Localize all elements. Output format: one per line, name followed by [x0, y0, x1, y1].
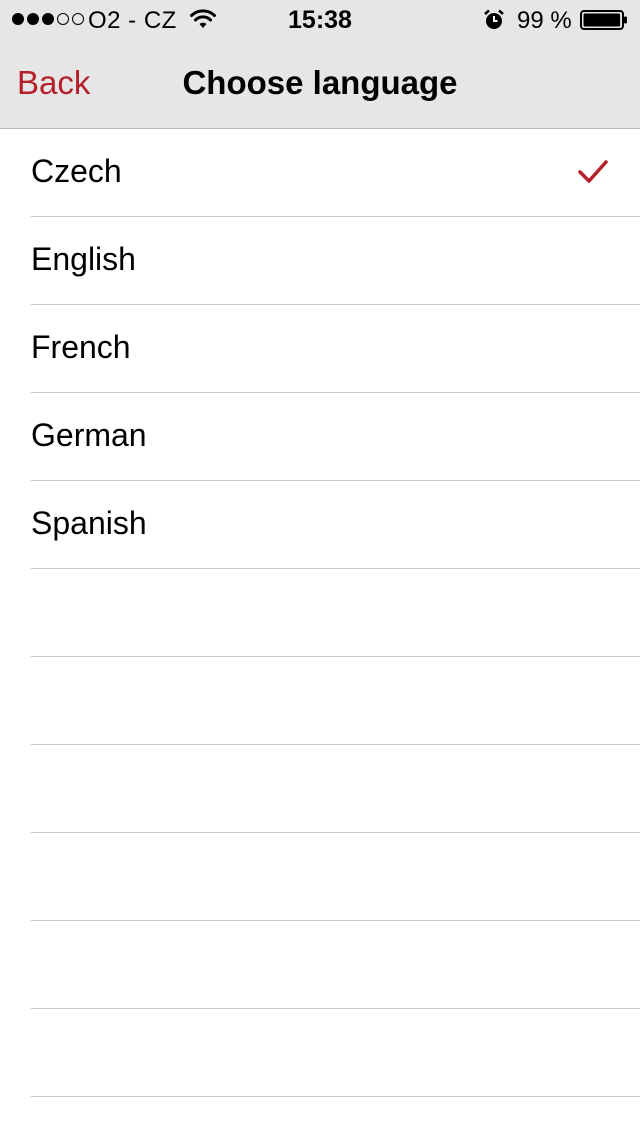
- empty-row: [0, 1009, 640, 1097]
- language-row-czech[interactable]: Czech: [0, 129, 640, 217]
- status-bar: O2 - CZ 15:38 99 %: [0, 0, 640, 40]
- empty-row: [0, 921, 640, 1009]
- battery-icon: [580, 10, 627, 30]
- language-row-german[interactable]: German: [0, 393, 640, 481]
- checkmark-icon: [578, 160, 608, 183]
- language-row-french[interactable]: French: [0, 305, 640, 393]
- top-bar: O2 - CZ 15:38 99 % Back Choose language: [0, 0, 640, 129]
- language-label: Czech: [31, 153, 122, 189]
- language-label: French: [31, 329, 131, 365]
- alarm-icon: [484, 9, 504, 29]
- empty-row: [0, 569, 640, 657]
- language-label: Spanish: [31, 505, 147, 541]
- battery-percentage: 99 %: [517, 7, 572, 34]
- page-title: Choose language: [182, 64, 458, 101]
- empty-row: [0, 833, 640, 921]
- language-row-spanish[interactable]: Spanish: [0, 481, 640, 569]
- language-list: Czech English French German Spanish: [0, 129, 640, 1097]
- language-row-english[interactable]: English: [0, 217, 640, 305]
- empty-row: [0, 745, 640, 833]
- language-label: German: [31, 417, 147, 453]
- empty-row: [0, 657, 640, 745]
- navigation-bar: Back Choose language: [0, 40, 640, 128]
- language-label: English: [31, 241, 136, 277]
